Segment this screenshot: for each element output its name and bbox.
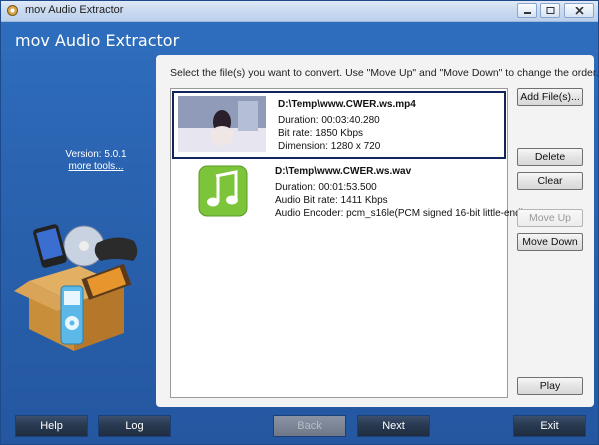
file-list-item-selected[interactable]: D:\Temp\www.CWER.ws.mp4 Duration: 00:03:… [172,91,506,159]
file-duration: Duration: 00:01:53.500 [275,182,377,193]
version-label: Version: 5.0.1 [65,149,127,160]
media-box-illustration [14,224,138,351]
window-title: mov Audio Extractor [25,4,124,16]
close-icon [575,7,584,15]
file-audio-encoder: Audio Encoder: pcm_s16le(PCM signed 16-b… [275,208,532,219]
next-button[interactable]: Next [357,415,430,437]
maximize-button[interactable] [540,3,560,18]
delete-button[interactable]: Delete [517,148,583,166]
minimize-button[interactable] [517,3,537,18]
clear-button[interactable]: Clear [517,172,583,190]
exit-button[interactable]: Exit [513,415,586,437]
file-dimension: Dimension: 1280 x 720 [278,141,381,152]
minimize-icon [524,12,531,14]
main-panel: Select the file(s) you want to convert. … [156,55,599,407]
file-audio-bitrate: Audio Bit rate: 1411 Kbps [275,195,388,206]
file-bitrate: Bit rate: 1850 Kbps [278,128,364,139]
play-button[interactable]: Play [517,377,583,395]
file-duration: Duration: 00:03:40.280 [278,115,380,126]
add-files-button[interactable]: Add File(s)... [517,88,583,106]
title-bar: mov Audio Extractor [1,1,598,22]
close-button[interactable] [564,3,594,18]
move-down-button[interactable]: Move Down [517,233,583,251]
log-button[interactable]: Log [98,415,171,437]
app-window: mov Audio Extractor mov Audio Extractor … [0,0,599,445]
app-gear-icon[interactable] [6,4,19,17]
app-name-heading: mov Audio Extractor [15,31,180,50]
back-button[interactable]: Back [273,415,346,437]
file-list-item[interactable]: D:\Temp\www.CWER.ws.wav Duration: 00:01:… [171,160,531,228]
file-name: D:\Temp\www.CWER.ws.mp4 [278,99,416,110]
file-list[interactable]: D:\Temp\www.CWER.ws.mp4 Duration: 00:03:… [170,88,531,398]
instruction-text: Select the file(s) you want to convert. … [170,67,599,79]
music-note-icon [175,163,263,219]
more-tools-link[interactable]: more tools... [41,161,151,172]
move-up-button[interactable]: Move Up [517,209,583,227]
maximize-icon [546,7,555,14]
help-button[interactable]: Help [15,415,88,437]
video-thumbnail [178,96,266,152]
file-name: D:\Temp\www.CWER.ws.wav [275,166,412,177]
